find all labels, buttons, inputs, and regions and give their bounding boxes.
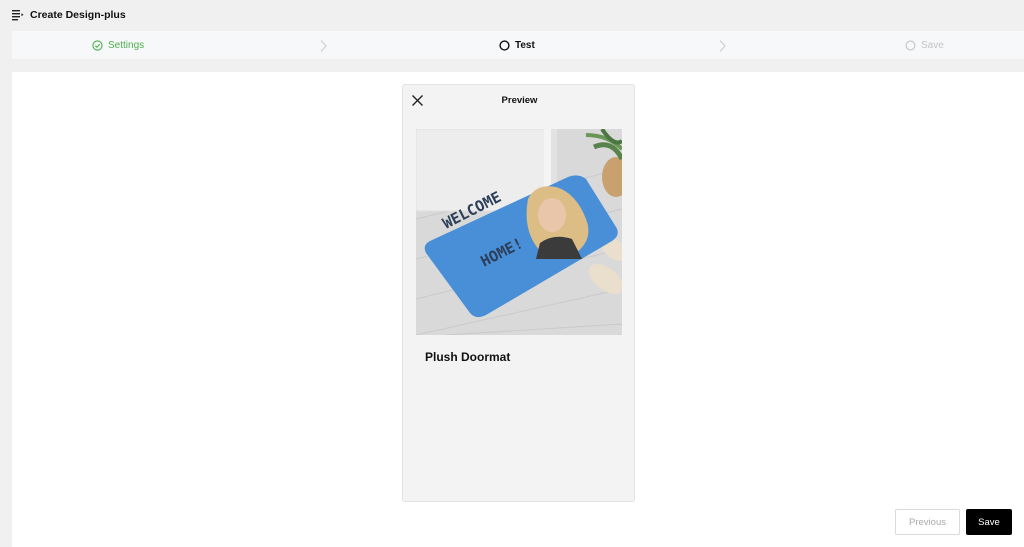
check-circle-icon <box>92 39 103 51</box>
preview-panel: Preview WELCOME HOME! Plush Doormat <box>402 84 635 502</box>
circle-icon <box>499 39 510 51</box>
product-name: Plush Doormat <box>425 350 511 364</box>
step-label: Test <box>515 39 535 51</box>
step-settings[interactable]: Settings <box>92 31 144 59</box>
step-save[interactable]: Save <box>905 31 944 59</box>
circle-icon <box>905 40 916 51</box>
menu-icon[interactable] <box>12 9 24 21</box>
app-header: Create Design-plus <box>0 0 1024 30</box>
main-content: Preview WELCOME HOME! Plush Doormat Prev… <box>12 72 1024 547</box>
product-image: WELCOME HOME! <box>416 129 622 335</box>
step-label: Save <box>921 39 944 51</box>
previous-button[interactable]: Previous <box>895 509 960 535</box>
page-title: Create Design-plus <box>30 9 126 21</box>
step-test[interactable]: Test <box>499 31 535 59</box>
preview-title: Preview <box>501 95 538 106</box>
chevron-right-icon <box>717 39 727 53</box>
stepper: Settings Test Save <box>12 31 1024 59</box>
step-label: Settings <box>108 39 145 51</box>
chevron-right-icon <box>318 39 328 53</box>
save-button[interactable]: Save <box>966 509 1012 535</box>
